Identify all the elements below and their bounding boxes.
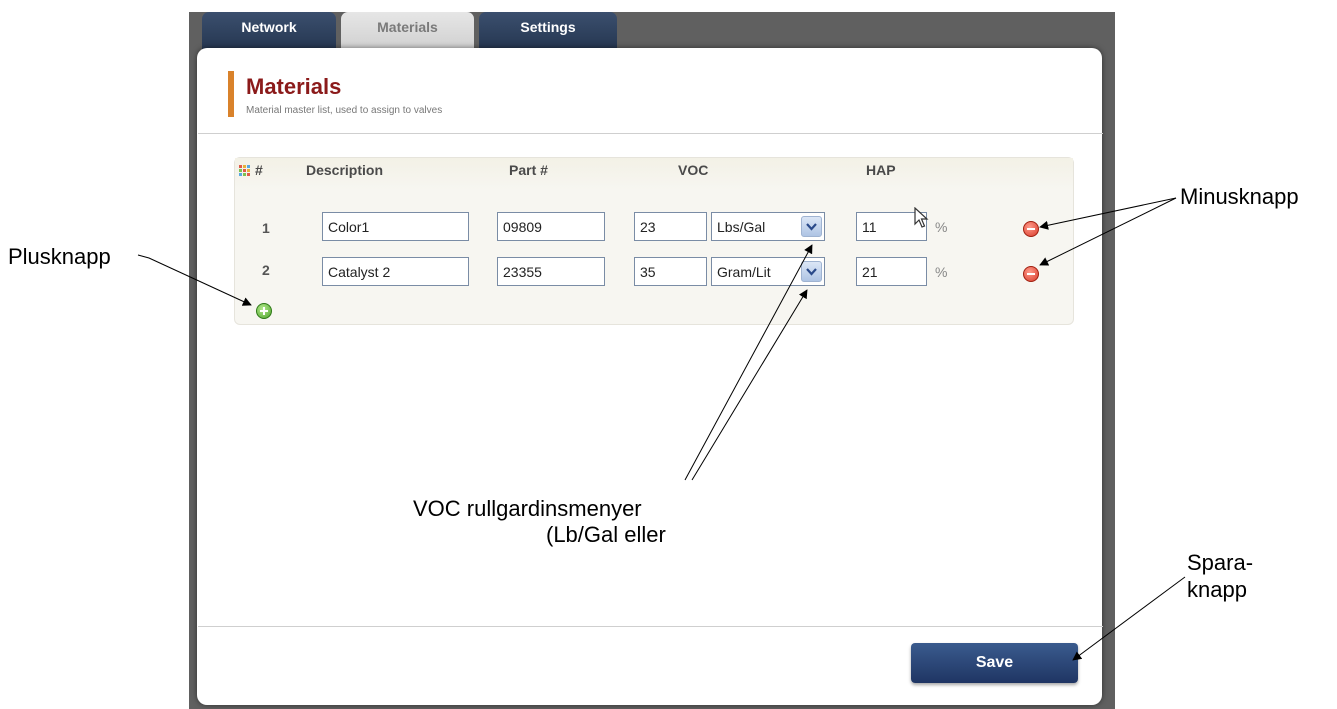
arrow-minus-2 bbox=[1039, 197, 1177, 266]
arrow-minus-1 bbox=[1039, 197, 1177, 230]
callout-arrows bbox=[137, 197, 1186, 661]
arrow-voc-1 bbox=[684, 244, 813, 481]
arrow-save bbox=[1072, 576, 1186, 661]
arrow-voc-2 bbox=[691, 289, 808, 481]
arrow-plus bbox=[137, 254, 252, 306]
